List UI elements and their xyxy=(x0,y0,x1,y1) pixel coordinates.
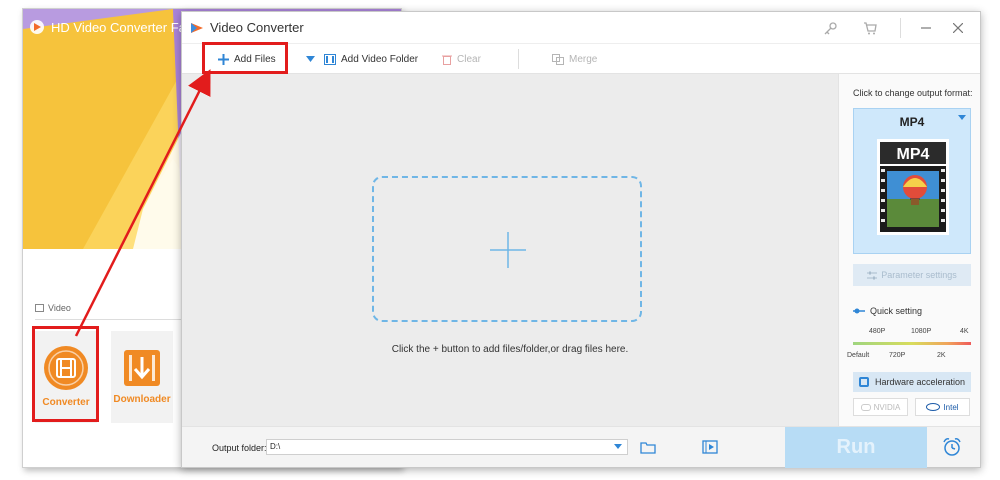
merge-button[interactable]: Merge xyxy=(552,50,597,68)
intel-option[interactable]: Intel xyxy=(915,398,970,416)
output-format-selector[interactable]: MP4 MP4 xyxy=(853,108,971,254)
video-preview-icon[interactable] xyxy=(702,440,718,454)
add-video-folder-button[interactable]: Add Video Folder xyxy=(324,50,418,68)
nvidia-logo-icon xyxy=(860,403,871,411)
chevron-down-icon xyxy=(306,56,315,62)
toolbar: Add Files Add Video Folder Clear Merge xyxy=(182,44,980,74)
video-converter-window: Video Converter Add Files Add Video Fold… xyxy=(181,11,981,468)
section-divider xyxy=(35,319,185,320)
converter-highlight xyxy=(32,326,99,422)
add-plus-icon xyxy=(490,232,526,268)
quality-480p: 480P xyxy=(869,328,886,335)
mp4-format-icon: MP4 xyxy=(877,139,949,235)
run-button[interactable]: Run xyxy=(785,427,927,468)
format-name: MP4 xyxy=(899,115,925,129)
app-logo-icon xyxy=(30,20,44,34)
trash-icon xyxy=(442,55,452,65)
quality-default: Default xyxy=(847,352,870,359)
folder-video-icon xyxy=(324,53,336,65)
toolbar-separator xyxy=(518,49,519,69)
add-files-dropdown[interactable] xyxy=(306,50,315,68)
main-titlebar: Video Converter xyxy=(182,12,980,44)
download-icon xyxy=(124,350,160,386)
chip-icon xyxy=(859,377,869,387)
mp4-badge-text: MP4 xyxy=(897,146,930,163)
window-title: Video Converter xyxy=(210,20,304,35)
nvidia-option[interactable]: NVIDIA xyxy=(853,398,908,416)
file-list-area: Click the + button to add files/folder,o… xyxy=(182,74,838,426)
quality-4k: 4K xyxy=(960,328,969,335)
merge-icon xyxy=(552,53,564,65)
video-section-icon xyxy=(35,304,44,312)
hardware-acceleration-toggle[interactable]: Hardware acceleration xyxy=(853,372,971,392)
quality-720p: 720P xyxy=(889,352,906,359)
app-logo-icon xyxy=(191,22,203,33)
drop-hint-text: Click the + button to add files/folder,o… xyxy=(391,344,629,355)
bottom-bar: Output folder: D:\ Run xyxy=(182,426,980,468)
minimize-icon[interactable] xyxy=(918,20,934,36)
quality-2k: 2K xyxy=(937,352,946,359)
quality-slider[interactable] xyxy=(853,342,971,345)
sliders-icon xyxy=(867,271,878,279)
format-caption: Click to change output format: xyxy=(853,88,973,98)
output-format-panel: Click to change output format: MP4 MP4 P… xyxy=(838,74,980,426)
quick-setting-label: Quick setting xyxy=(853,306,922,316)
close-icon[interactable] xyxy=(950,20,966,36)
parameter-settings-button[interactable]: Parameter settings xyxy=(853,264,971,286)
open-folder-icon[interactable] xyxy=(640,441,656,454)
key-icon[interactable] xyxy=(822,20,838,36)
chevron-down-icon xyxy=(958,115,966,120)
cart-icon[interactable] xyxy=(862,20,878,36)
add-files-drop-zone[interactable] xyxy=(372,176,642,322)
intel-logo-icon xyxy=(926,403,941,411)
alarm-clock-icon[interactable] xyxy=(942,437,962,457)
quick-setting-icon xyxy=(853,308,865,314)
downloader-label: Downloader xyxy=(113,394,171,405)
output-folder-input[interactable]: D:\ xyxy=(266,439,628,455)
downloader-tile[interactable]: Downloader xyxy=(111,331,173,423)
output-folder-label: Output folder: xyxy=(212,443,267,453)
output-folder-dropdown[interactable] xyxy=(614,444,622,449)
titlebar-separator xyxy=(900,18,901,38)
add-files-highlight xyxy=(202,42,288,74)
clear-button[interactable]: Clear xyxy=(442,50,481,68)
video-section-label: Video xyxy=(35,303,71,313)
quality-1080p: 1080P xyxy=(911,328,932,335)
